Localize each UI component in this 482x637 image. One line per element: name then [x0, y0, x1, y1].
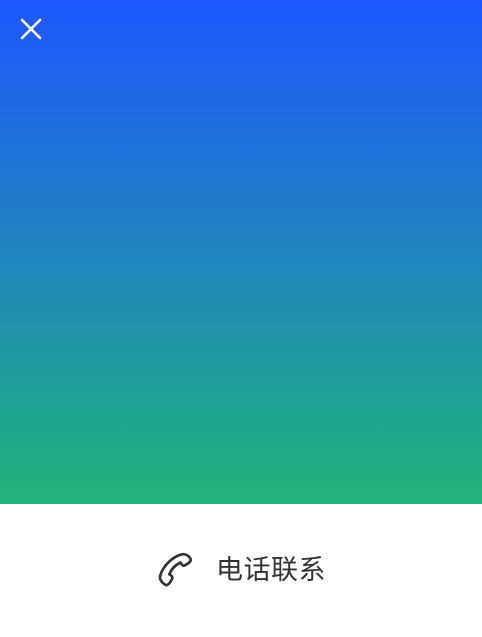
phone-icon [150, 545, 200, 595]
phone-contact-button[interactable]: 电话联系 [150, 542, 326, 598]
contact-screen: 电话联系 [0, 0, 482, 637]
gradient-hero [0, 0, 482, 504]
phone-contact-label: 电话联系 [216, 554, 326, 586]
contact-footer: 电话联系 [0, 504, 482, 637]
close-icon [20, 18, 42, 40]
close-button[interactable] [14, 12, 48, 46]
